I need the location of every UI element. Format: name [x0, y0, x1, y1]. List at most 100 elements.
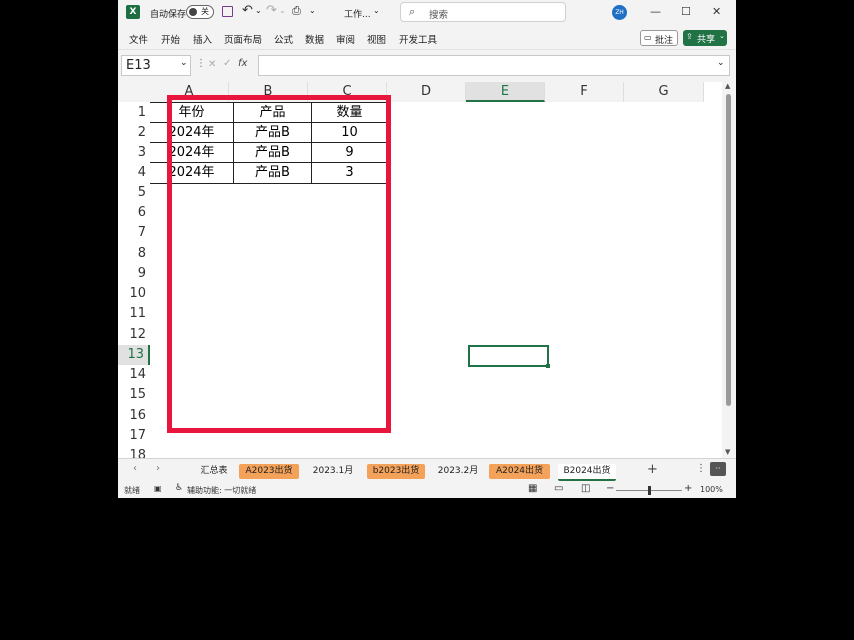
redo-dropdown-icon[interactable]: ⌄	[279, 6, 286, 15]
vertical-scrollbar[interactable]: ▲ ▼	[722, 82, 736, 458]
row-header[interactable]: 11	[118, 304, 150, 324]
row-header[interactable]: 3	[118, 143, 150, 163]
formula-more-icon[interactable]: ⋮	[196, 58, 206, 69]
page-layout-view-icon[interactable]: ▭	[554, 483, 563, 494]
sheet-tab[interactable]: 2023.2月	[429, 464, 487, 479]
menu-developer[interactable]: 开发工具	[399, 32, 437, 46]
row-header[interactable]: 6	[118, 203, 150, 223]
cancel-formula-icon[interactable]: ✕	[208, 59, 216, 70]
macro-record-icon[interactable]: ▣	[154, 484, 162, 493]
row-header[interactable]: 14	[118, 365, 150, 385]
close-icon[interactable]: ✕	[712, 5, 721, 18]
sheet-tab[interactable]: b2023出货	[367, 464, 425, 479]
accessibility-status[interactable]: 辅助功能: 一切就绪	[187, 485, 256, 496]
share-dropdown-icon: ⌄	[719, 32, 725, 40]
horizontal-scroll-icon[interactable]: ··	[710, 462, 726, 476]
row-header[interactable]: 10	[118, 284, 150, 304]
prev-sheet-icon[interactable]: ‹	[133, 463, 137, 474]
sheet-tab[interactable]: 2023.1月	[304, 464, 362, 479]
autosave-toggle[interactable]: 关	[186, 5, 214, 19]
insert-function-icon[interactable]: fx	[238, 58, 247, 69]
row-header[interactable]: 4	[118, 163, 150, 183]
row-header[interactable]: 7	[118, 223, 150, 243]
expand-formula-icon[interactable]: ⌄	[717, 58, 725, 68]
col-header-e[interactable]: E	[466, 82, 545, 102]
zoom-level[interactable]: 100%	[700, 485, 723, 494]
confirm-formula-icon[interactable]: ✓	[223, 58, 231, 69]
row-header[interactable]: 2	[118, 123, 150, 143]
menu-page-layout[interactable]: 页面布局	[224, 32, 262, 46]
status-bar: 就绪 ▣ ♿ 辅助功能: 一切就绪 ▦ ▭ ◫ − + 100%	[118, 482, 736, 498]
zoom-out-icon[interactable]: −	[606, 483, 614, 494]
row-header[interactable]: 1	[118, 103, 150, 123]
save-icon[interactable]	[222, 6, 233, 17]
row-header[interactable]: 8	[118, 244, 150, 264]
comment-button[interactable]: ▭ 批注	[640, 30, 678, 46]
menu-data[interactable]: 数据	[305, 32, 324, 46]
col-header-d[interactable]: D	[387, 82, 466, 102]
customize-quick-access-icon[interactable]: ⌄	[309, 6, 316, 15]
name-box-dropdown-icon[interactable]: ⌄	[180, 58, 188, 68]
corner-select-all[interactable]	[118, 82, 150, 102]
row-header[interactable]: 15	[118, 385, 150, 405]
scroll-thumb[interactable]	[726, 94, 731, 406]
excel-logo-icon: X	[126, 5, 140, 19]
highlight-box	[167, 95, 391, 433]
filename-dropdown-icon[interactable]: ⌄	[373, 6, 380, 15]
autosave-label: 自动保存	[150, 10, 187, 20]
scroll-up-icon[interactable]: ▲	[725, 82, 730, 90]
file-name[interactable]: 工作...	[344, 7, 371, 20]
menu-view[interactable]: 视图	[367, 32, 386, 46]
menu-formulas[interactable]: 公式	[274, 32, 293, 46]
sheet-tab[interactable]: A2023出货	[239, 464, 299, 479]
maximize-icon[interactable]: ☐	[681, 5, 691, 18]
selected-cell-e13[interactable]	[468, 345, 549, 367]
undo-dropdown-icon[interactable]: ⌄	[255, 6, 262, 15]
print-preview-icon[interactable]: ⎙	[292, 4, 301, 18]
row-header-selected[interactable]: 13	[118, 345, 150, 365]
col-header-f[interactable]: F	[545, 82, 624, 102]
sheet-tab-bar: ‹ › 汇总表 A2023出货 2023.1月 b2023出货 2023.2月 …	[118, 458, 736, 482]
search-box[interactable]: ⌕ 搜索	[400, 2, 566, 22]
title-bar: X 自动保存 关 ↶ ⌄ ↷ ⌄ ⎙ ⌄ 工作... ⌄ ⌕ 搜索 ZH — ☐…	[118, 0, 736, 26]
undo-icon[interactable]: ↶	[242, 3, 253, 18]
row-header[interactable]: 12	[118, 325, 150, 345]
share-icon: ⇪	[686, 32, 693, 41]
scroll-down-icon[interactable]: ▼	[725, 448, 730, 456]
minimize-icon[interactable]: —	[650, 5, 661, 18]
zoom-in-icon[interactable]: +	[684, 483, 692, 494]
row-header[interactable]: 9	[118, 264, 150, 284]
name-box[interactable]: E13 ⌄	[121, 55, 191, 76]
menu-insert[interactable]: 插入	[193, 32, 212, 46]
row-header[interactable]: 17	[118, 426, 150, 446]
redo-icon[interactable]: ↷	[266, 3, 277, 18]
menu-home[interactable]: 开始	[161, 32, 180, 46]
fill-handle[interactable]	[546, 364, 550, 368]
row-header[interactable]: 18	[118, 446, 150, 458]
sheet-options-icon[interactable]: ⋮	[696, 463, 706, 474]
row-header[interactable]: 16	[118, 406, 150, 426]
formula-bar: E13 ⌄ ⋮ ✕ ✓ fx ⌄	[118, 50, 736, 82]
share-button[interactable]: ⇪ 共享 ⌄	[683, 30, 727, 46]
sheet-tab[interactable]: 汇总表	[190, 464, 238, 479]
next-sheet-icon[interactable]: ›	[156, 463, 160, 474]
add-sheet-icon[interactable]: +	[647, 462, 658, 477]
formula-input[interactable]: ⌄	[258, 55, 730, 76]
sheet-tab-active[interactable]: B2024出货	[558, 464, 616, 481]
excel-window: X 自动保存 关 ↶ ⌄ ↷ ⌄ ⎙ ⌄ 工作... ⌄ ⌕ 搜索 ZH — ☐…	[118, 0, 736, 498]
menu-review[interactable]: 审阅	[336, 32, 355, 46]
row-header[interactable]: 5	[118, 183, 150, 203]
ribbon-menu: 文件 开始 插入 页面布局 公式 数据 审阅 视图 开发工具 ▭ 批注 ⇪ 共享…	[118, 26, 736, 50]
comment-icon: ▭	[644, 33, 652, 42]
status-ready: 就绪	[124, 486, 140, 495]
search-icon: ⌕	[409, 5, 416, 18]
zoom-slider-thumb[interactable]	[648, 486, 651, 495]
sheet-tab[interactable]: A2024出货	[489, 464, 550, 479]
avatar[interactable]: ZH	[612, 5, 627, 20]
normal-view-icon[interactable]: ▦	[528, 483, 537, 494]
search-placeholder: 搜索	[429, 10, 449, 21]
accessibility-icon[interactable]: ♿	[175, 483, 183, 493]
page-break-view-icon[interactable]: ◫	[581, 483, 590, 494]
menu-file[interactable]: 文件	[129, 32, 148, 46]
col-header-g[interactable]: G	[624, 82, 704, 102]
